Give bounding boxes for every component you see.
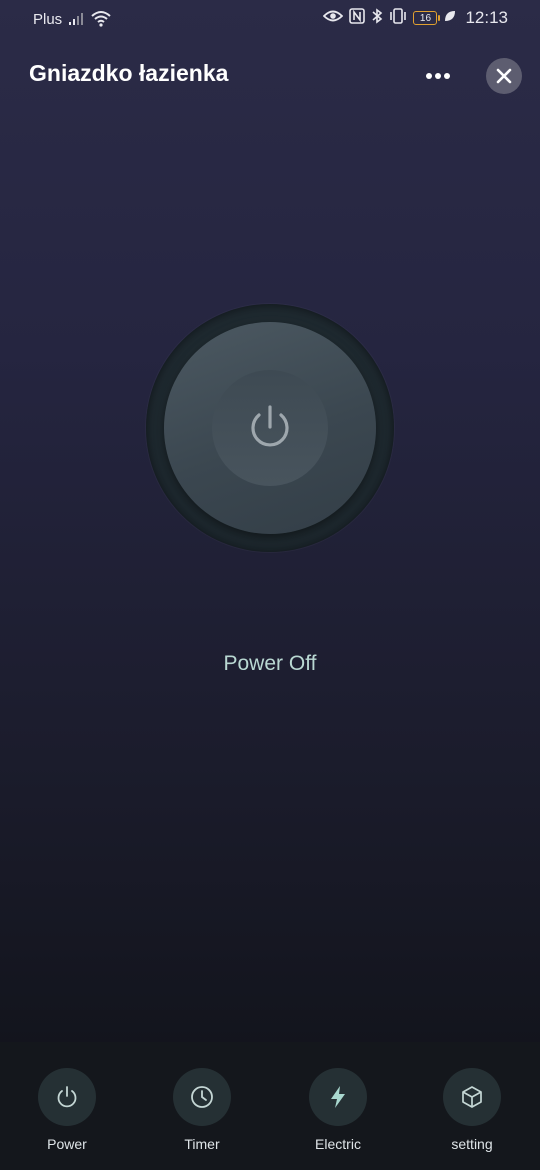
power-button-center[interactable] xyxy=(212,370,328,486)
status-icons: 16 12:13 xyxy=(323,8,508,28)
cube-icon xyxy=(462,1086,482,1108)
nfc-icon xyxy=(349,8,366,28)
vibrate-icon xyxy=(389,8,407,28)
status-bar: Plus 16 12:13 xyxy=(0,0,540,40)
battery-icon: 16 xyxy=(413,11,441,25)
nav-power-button[interactable] xyxy=(38,1068,96,1126)
power-status-text: Power Off xyxy=(223,652,317,675)
nav-item-power[interactable]: Power xyxy=(17,1068,117,1152)
close-button[interactable] xyxy=(486,58,522,94)
clock-time: 12:13 xyxy=(465,8,508,27)
nav-setting-button[interactable] xyxy=(443,1068,501,1126)
nav-timer-button[interactable] xyxy=(173,1068,231,1126)
leaf-icon xyxy=(443,9,457,27)
clock-icon xyxy=(191,1086,213,1108)
nav-label-electric: Electric xyxy=(315,1136,361,1152)
more-dots-icon xyxy=(426,73,450,79)
close-icon xyxy=(496,68,512,84)
bottom-nav: Power Timer Electric setting xyxy=(0,1042,540,1170)
eye-icon xyxy=(323,9,344,27)
page-title: Gniazdko łazienka xyxy=(29,60,229,86)
nav-item-timer[interactable]: Timer xyxy=(152,1068,252,1152)
more-options-button[interactable] xyxy=(419,58,457,94)
nav-label-timer: Timer xyxy=(184,1136,220,1152)
bluetooth-icon xyxy=(371,8,383,28)
nav-item-electric[interactable]: Electric xyxy=(288,1068,388,1152)
nav-electric-button[interactable] xyxy=(309,1068,367,1126)
power-icon xyxy=(251,405,289,447)
nav-label-setting: setting xyxy=(451,1136,493,1152)
nav-item-setting[interactable]: setting xyxy=(422,1068,522,1152)
wifi-icon xyxy=(90,10,112,32)
power-icon xyxy=(57,1086,77,1108)
signal-icon xyxy=(68,12,86,30)
battery-level: 16 xyxy=(419,12,432,24)
lightning-icon xyxy=(331,1086,345,1108)
carrier-label: Plus xyxy=(33,11,63,28)
nav-label-power: Power xyxy=(47,1136,87,1152)
